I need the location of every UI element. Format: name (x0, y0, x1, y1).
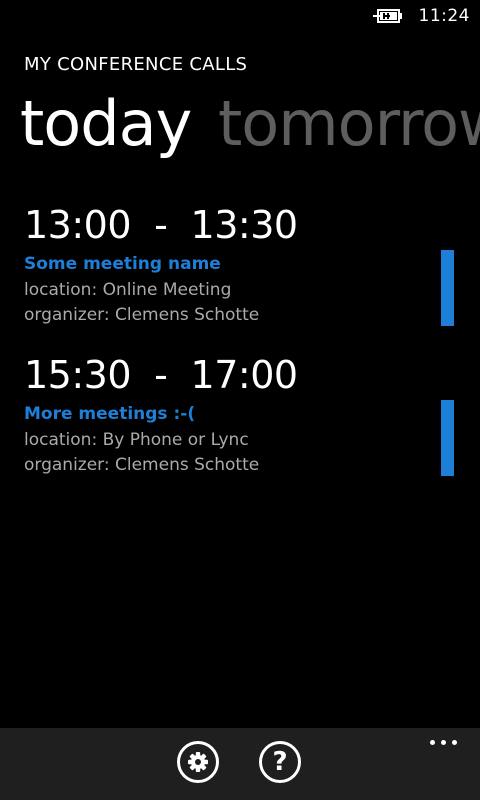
meeting-location: location: Online Meeting (24, 280, 232, 300)
ellipsis-icon[interactable] (428, 736, 460, 750)
meeting-status-indicator (441, 400, 454, 476)
pivot-headers: today tomorrow (0, 84, 480, 164)
meeting-name[interactable]: More meetings :-( (24, 404, 195, 424)
meeting-organizer: organizer: Clemens Schotte (24, 305, 260, 325)
meeting-item[interactable]: 13:00 - 13:30 Some meeting name location… (0, 200, 480, 340)
pivot-tab-tomorrow[interactable]: tomorrow (218, 84, 480, 164)
status-clock: 11:24 (418, 6, 470, 26)
meeting-name[interactable]: Some meeting name (24, 254, 221, 274)
meeting-status-indicator (441, 250, 454, 326)
phone-screen: 11:24 MY CONFERENCE CALLS today tomorrow… (0, 0, 480, 800)
settings-button[interactable] (177, 741, 219, 783)
help-button[interactable]: ? (259, 741, 301, 783)
meeting-organizer: organizer: Clemens Schotte (24, 455, 260, 475)
battery-charging-icon (373, 9, 402, 23)
meeting-location: location: By Phone or Lync (24, 430, 249, 450)
status-bar: 11:24 (0, 0, 480, 32)
meeting-time: 13:00 - 13:30 (24, 203, 298, 247)
app-title: MY CONFERENCE CALLS (24, 54, 248, 75)
pivot-tab-today[interactable]: today (20, 84, 192, 164)
app-bar: ? (0, 728, 480, 800)
meeting-item[interactable]: 15:30 - 17:00 More meetings :-( location… (0, 350, 480, 490)
meeting-time: 15:30 - 17:00 (24, 353, 298, 397)
help-icon: ? (272, 747, 288, 777)
gear-icon (188, 752, 208, 772)
